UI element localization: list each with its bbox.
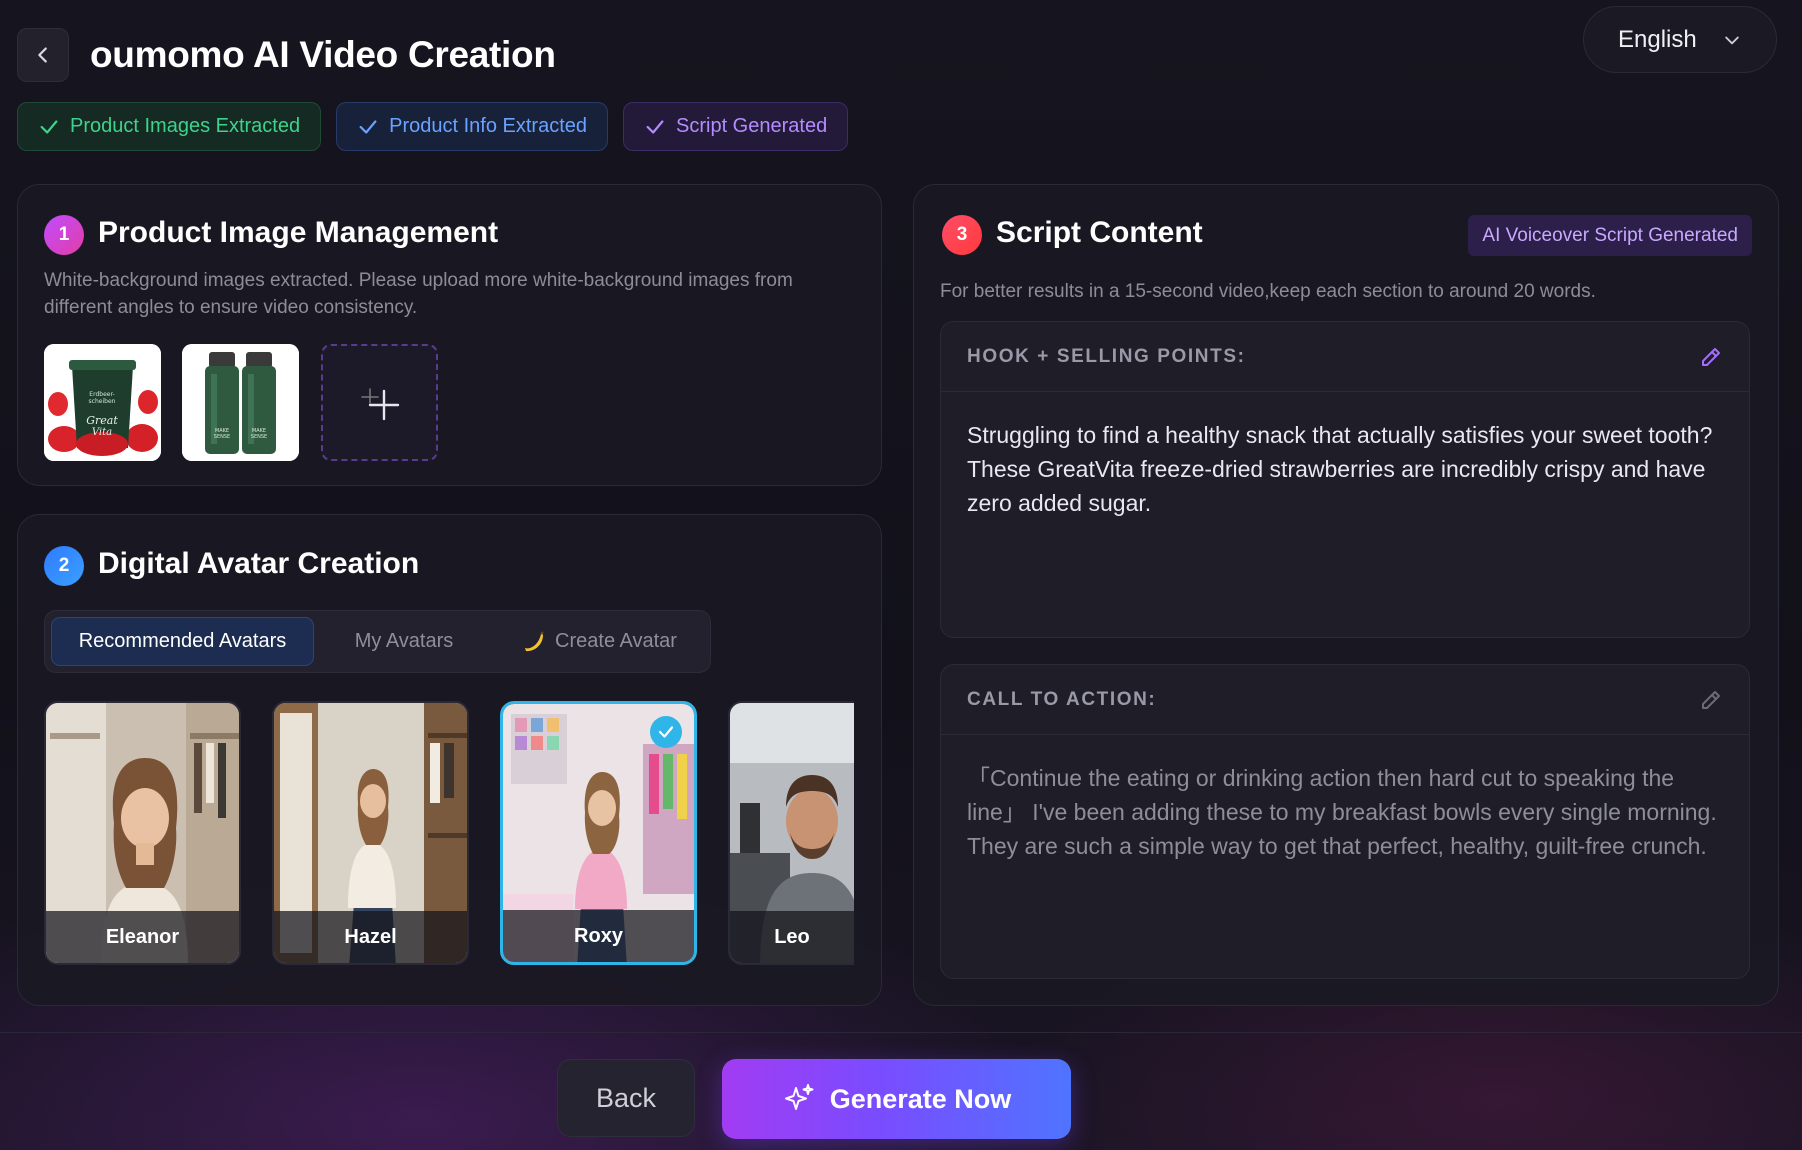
avatar-card-hazel[interactable]: Hazel (272, 701, 469, 965)
avatar-card-roxy[interactable]: Roxy (500, 701, 697, 965)
section-title: Digital Avatar Creation (98, 547, 420, 580)
chevron-down-icon (1725, 36, 1739, 44)
check-icon (658, 726, 674, 738)
plus-icon (360, 387, 399, 420)
step-badge: 2 (44, 546, 84, 586)
script-section-hook: HOOK + SELLING POINTS: Struggling to fin… (940, 321, 1750, 638)
status-chip-script: Script Generated (623, 102, 849, 151)
tab-my-avatars[interactable]: My Avatars (314, 617, 494, 666)
status-chip-label: Product Info Extracted (389, 115, 587, 137)
svg-text:SENSE: SENSE (214, 434, 230, 440)
status-chip-label: Script Generated (676, 115, 828, 137)
svg-text:scheiben: scheiben (89, 398, 116, 405)
chevron-left-icon (38, 47, 47, 63)
script-section-text[interactable]: Struggling to find a healthy snack that … (941, 392, 1749, 520)
green-bottles-image: MAKE SENSE MAKE SENSE (182, 344, 299, 461)
add-image-button[interactable] (321, 344, 438, 461)
status-chip-images: Product Images Extracted (17, 102, 322, 151)
script-section-label: HOOK + SELLING POINTS: (967, 345, 1246, 367)
avatar-card-leo[interactable]: Leo (728, 701, 854, 965)
avatar-panel: 2 Digital Avatar Creation Recommended Av… (17, 514, 882, 1006)
generate-now-button[interactable]: Generate Now (722, 1059, 1071, 1139)
product-image-panel: 1 Product Image Management White-backgro… (17, 184, 882, 486)
avatar-name: Eleanor (46, 911, 239, 963)
back-button[interactable]: Back (557, 1059, 695, 1137)
tab-create-avatar[interactable]: Create Avatar (494, 617, 704, 666)
product-image-thumb[interactable]: MAKE SENSE MAKE SENSE (182, 344, 299, 461)
step-badge: 3 (942, 215, 982, 255)
tab-recommended-avatars[interactable]: Recommended Avatars (51, 617, 314, 666)
status-chips: Product Images Extracted Product Info Ex… (17, 102, 849, 151)
avatar-tabs: Recommended Avatars My Avatars Create Av… (44, 610, 711, 673)
script-panel: 3 Script Content AI Voiceover Script Gen… (913, 184, 1779, 1006)
section-title: Script Content (996, 216, 1203, 249)
tab-label: Create Avatar (555, 630, 677, 652)
product-image-thumb[interactable]: Erdbeer- scheiben Great Vita (44, 344, 161, 461)
check-icon (40, 119, 58, 134)
script-section-header: CALL TO ACTION: (941, 665, 1749, 735)
section-description: White-background images extracted. Pleas… (44, 270, 793, 318)
script-section-label: CALL TO ACTION: (967, 688, 1157, 710)
pencil-icon (1702, 690, 1720, 709)
step-badge: 1 (44, 215, 84, 255)
language-value: English (1618, 25, 1697, 53)
script-section-header: HOOK + SELLING POINTS: (941, 322, 1749, 392)
language-select[interactable]: English (1583, 6, 1777, 73)
script-section-text[interactable]: 「Continue the eating or drinking action … (941, 735, 1749, 863)
script-section-cta: CALL TO ACTION: 「Continue the eating or … (940, 664, 1750, 979)
selected-check-badge (650, 716, 682, 748)
check-icon (359, 119, 377, 134)
avatar-name: Hazel (274, 911, 467, 963)
avatar-name: Leo (730, 911, 854, 963)
svg-text:Vita: Vita (92, 427, 112, 438)
check-icon (646, 119, 664, 134)
status-chip-label: Product Images Extracted (70, 115, 301, 137)
avatar-list: Eleanor Hazel Roxy Leo (44, 701, 854, 965)
strawberry-bucket-image: Erdbeer- scheiben Great Vita (44, 344, 161, 461)
status-chip-info: Product Info Extracted (336, 102, 608, 151)
footer-divider (0, 1032, 1802, 1033)
script-status-tag: AI Voiceover Script Generated (1468, 215, 1752, 256)
svg-text:Great: Great (86, 414, 118, 427)
avatar-name: Roxy (503, 910, 694, 962)
section-title: Product Image Management (98, 216, 499, 249)
edit-button[interactable] (1699, 345, 1723, 369)
avatar-card-eleanor[interactable]: Eleanor (44, 701, 241, 965)
svg-text:Erdbeer-: Erdbeer- (89, 391, 114, 398)
edit-button[interactable] (1699, 688, 1723, 712)
pencil-icon (1702, 347, 1720, 366)
page-title: oumomo AI Video Creation (90, 34, 556, 75)
script-hint: For better results in a 15-second video,… (940, 281, 1596, 302)
svg-text:SENSE: SENSE (251, 434, 267, 440)
generate-now-label: Generate Now (829, 1083, 1012, 1114)
banana-icon (525, 630, 544, 651)
sparkle-icon (784, 1084, 814, 1110)
back-arrow-button[interactable] (17, 28, 69, 82)
